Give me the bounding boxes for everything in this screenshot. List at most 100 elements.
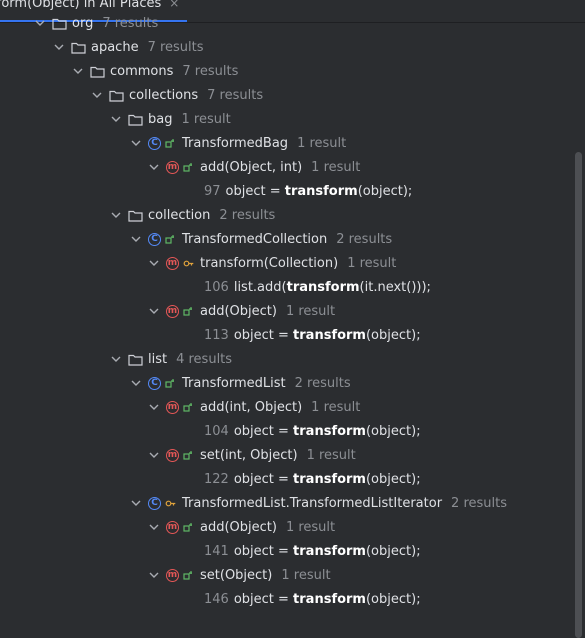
node-label: apache [91, 39, 139, 55]
method-icon: m [166, 448, 179, 462]
tree-node-method-list-add[interactable]: m add(int, Object) 1 result [149, 395, 361, 419]
tree-node-collection[interactable]: collection 2 results [111, 203, 276, 227]
public-visibility-icon [183, 450, 192, 460]
result-count: 1 result [311, 399, 361, 415]
result-count: 7 results [102, 15, 159, 31]
folder-icon [90, 66, 105, 78]
class-icon: C [148, 496, 161, 510]
result-count: 1 result [347, 255, 397, 271]
usage-line[interactable]: 146 object = transform(object); [204, 587, 421, 611]
node-label: org [72, 15, 94, 31]
method-icon: m [166, 256, 179, 270]
code-snippet: object = transform(object); [233, 423, 421, 439]
tree-node-collections[interactable]: collections 7 results [92, 83, 264, 107]
result-count: 1 result [311, 159, 361, 175]
node-label: set(Object) [200, 567, 273, 583]
code-snippet: object = transform(object); [233, 327, 421, 343]
chevron-down-icon[interactable] [72, 65, 84, 77]
method-icon: m [166, 304, 179, 318]
tree-node-class-transformedlist[interactable]: C TransformedList 2 results [131, 371, 351, 395]
folder-icon [71, 42, 86, 54]
tree-node-class-transformedcollection[interactable]: C TransformedCollection 2 results [131, 227, 393, 251]
public-visibility-icon [183, 306, 192, 316]
line-number: 106 [204, 279, 229, 295]
private-visibility-icon [165, 500, 176, 506]
method-icon: m [166, 400, 179, 414]
tree-node-commons[interactable]: commons 7 results [73, 59, 239, 83]
node-label: add(Object) [200, 519, 277, 535]
line-number: 146 [204, 591, 229, 607]
line-number: 141 [204, 543, 229, 559]
line-number: 97 [204, 183, 221, 199]
line-number: 104 [204, 423, 229, 439]
code-snippet: object = transform(object); [225, 183, 413, 199]
result-count: 1 result [285, 519, 336, 535]
node-label: TransformedBag [182, 135, 289, 151]
node-label: TransformedList.TransformedListIterator [182, 495, 443, 511]
chevron-down-icon[interactable] [53, 41, 65, 53]
usage-line[interactable]: 122 object = transform(object); [204, 467, 421, 491]
public-visibility-icon [183, 522, 192, 532]
usage-line[interactable]: 97 object = transform(object); [204, 179, 412, 203]
public-visibility-icon [183, 402, 192, 412]
result-count: 7 results [182, 63, 239, 79]
chevron-down-icon[interactable] [148, 257, 160, 269]
public-visibility-icon [165, 138, 174, 148]
code-snippet: object = transform(object); [233, 471, 421, 487]
tree-node-bag[interactable]: bag 1 result [111, 107, 231, 131]
usage-line[interactable]: 113 object = transform(object); [204, 323, 421, 347]
result-count: 7 results [207, 87, 264, 103]
chevron-down-icon[interactable] [130, 233, 142, 245]
public-visibility-icon [165, 378, 174, 388]
public-visibility-icon [183, 570, 192, 580]
tree-node-method-collection-add[interactable]: m add(Object) 1 result [149, 299, 335, 323]
code-snippet: list.add(transform(it.next())); [233, 279, 431, 295]
chevron-down-icon[interactable] [110, 209, 122, 221]
chevron-down-icon[interactable] [148, 305, 160, 317]
chevron-down-icon[interactable] [148, 449, 160, 461]
chevron-down-icon[interactable] [148, 521, 160, 533]
chevron-down-icon[interactable] [34, 17, 46, 29]
usage-line[interactable]: 141 object = transform(object); [204, 539, 421, 563]
chevron-down-icon[interactable] [148, 569, 160, 581]
node-label: list [148, 351, 168, 367]
result-count: 1 result [306, 447, 356, 463]
tree-node-method-collection-transform[interactable]: m transform(Collection) 1 result [149, 251, 397, 275]
chevron-down-icon[interactable] [110, 353, 122, 365]
node-label: commons [110, 63, 174, 79]
chevron-down-icon[interactable] [130, 377, 142, 389]
tree-node-method-list-set[interactable]: m set(int, Object) 1 result [149, 443, 356, 467]
node-label: transform(Collection) [200, 255, 339, 271]
result-count: 1 result [281, 567, 331, 583]
line-number: 122 [204, 471, 229, 487]
result-count: 2 results [294, 375, 351, 391]
tree-node-method-bag-add[interactable]: m add(Object, int) 1 result [149, 155, 361, 179]
result-count: 7 results [147, 39, 204, 55]
chevron-down-icon[interactable] [130, 137, 142, 149]
usage-line[interactable]: 106 list.add(transform(it.next())); [204, 275, 431, 299]
tree-node-org[interactable]: org 7 results [35, 11, 159, 35]
tree-node-list[interactable]: list 4 results [111, 347, 232, 371]
usage-line[interactable]: 104 object = transform(object); [204, 419, 421, 443]
method-icon: m [166, 568, 179, 582]
node-label: add(int, Object) [200, 399, 303, 415]
class-icon: C [148, 136, 161, 150]
folder-icon [128, 354, 143, 366]
result-count: 2 results [219, 207, 276, 223]
node-label: collection [148, 207, 211, 223]
result-count: 2 results [336, 231, 393, 247]
vertical-scrollbar[interactable] [575, 152, 582, 638]
tree-node-method-iterator-set[interactable]: m set(Object) 1 result [149, 563, 331, 587]
chevron-down-icon[interactable] [148, 161, 160, 173]
public-visibility-icon [183, 162, 192, 172]
tree-node-class-transformedbag[interactable]: C TransformedBag 1 result [131, 131, 346, 155]
tree-node-class-transformedlistiterator[interactable]: C TransformedList.TransformedListIterato… [131, 491, 507, 515]
tree-node-apache[interactable]: apache 7 results [54, 35, 204, 59]
tree-node-method-iterator-add[interactable]: m add(Object) 1 result [149, 515, 336, 539]
chevron-down-icon[interactable] [148, 401, 160, 413]
chevron-down-icon[interactable] [110, 113, 122, 125]
node-label: TransformedCollection [182, 231, 328, 247]
chevron-down-icon[interactable] [130, 497, 142, 509]
public-visibility-icon [165, 234, 174, 244]
chevron-down-icon[interactable] [91, 89, 103, 101]
